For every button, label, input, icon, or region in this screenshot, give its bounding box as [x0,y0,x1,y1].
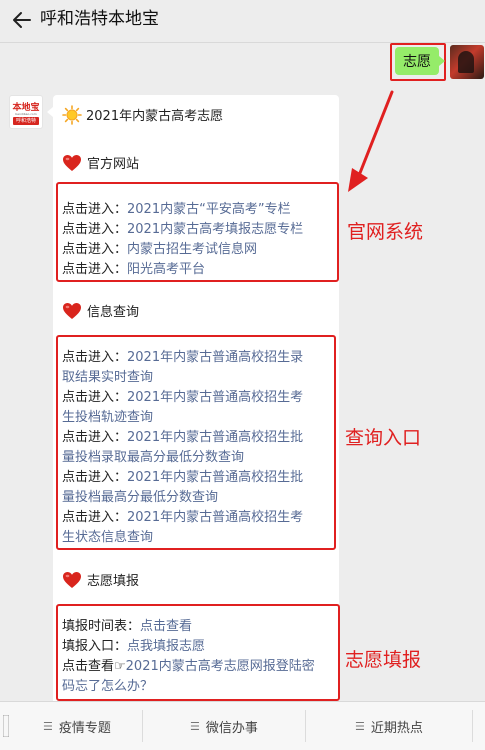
user-avatar[interactable] [450,45,484,79]
section-title: 志愿填报 [87,574,140,589]
sent-message-bubble[interactable]: 志愿 [395,47,445,75]
section-heading-official: 官方网站 [62,154,139,175]
bot-avatar[interactable]: 本地宝 bendibao.com 呼和浩特 [9,95,43,129]
menu-list-icon: ☰ [190,719,200,733]
keyboard-toggle-icon[interactable] [0,702,12,750]
avatar-logo-url: bendibao.com [15,112,37,116]
annotation-query-entry: 查询入口 [345,427,422,449]
highlight-box-official [56,182,339,282]
annotation-official-system: 官网系统 [347,221,424,243]
menu-label: 近期热点 [370,720,423,736]
menu-label: 疫情专题 [58,720,111,736]
menu-item-epidemic[interactable]: ☰ 疫情专题 [12,702,142,750]
highlight-box-query [56,335,336,550]
heart-icon [62,302,82,320]
chat-title: 呼和浩特本地宝 [40,9,159,29]
section-heading-application: 志愿填报 [62,571,139,592]
highlight-box-application [56,604,340,701]
section-heading-query: 信息查询 [62,302,139,323]
annotation-arrow-icon [348,90,394,192]
heart-icon [62,154,82,172]
menu-item-hot-topics[interactable]: ☰ 近期热点 [306,702,472,750]
card-title-row: 2021年内蒙古高考志愿 [62,105,223,127]
bottom-menu-bar: ☰ 疫情专题 ☰ 微信办事 ☰ 近期热点 [0,701,485,750]
menu-list-icon: ☰ [355,719,365,733]
card-title: 2021年内蒙古高考志愿 [86,109,224,124]
menu-divider [472,710,473,742]
sun-icon [62,105,82,125]
top-bar: 呼和浩特本地宝 [0,0,485,43]
section-title: 官方网站 [87,157,140,172]
menu-item-wechat-services[interactable]: ☰ 微信办事 [143,702,305,750]
avatar-logo-city: 呼和浩特 [13,117,39,125]
menu-label: 微信办事 [205,720,258,736]
section-title: 信息查询 [87,305,140,320]
annotation-application: 志愿填报 [345,649,422,671]
menu-list-icon: ☰ [43,719,53,733]
heart-icon [62,571,82,589]
back-arrow-icon[interactable] [10,8,34,32]
